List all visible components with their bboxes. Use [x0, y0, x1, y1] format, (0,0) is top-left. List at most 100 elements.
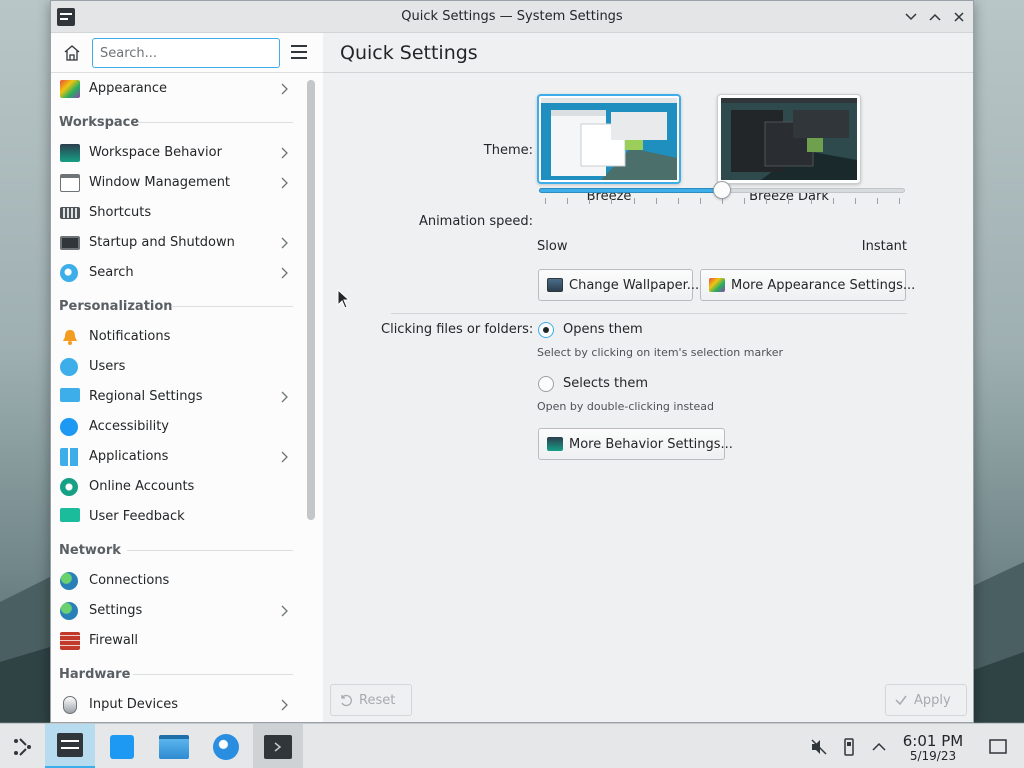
sidebar-scrollbar[interactable]	[307, 80, 315, 520]
sidebar-item-user-feedback[interactable]: User Feedback	[51, 502, 301, 532]
sidebar-item-firewall[interactable]: Firewall	[51, 626, 301, 656]
slider-fill	[539, 188, 722, 193]
taskbar-dolphin[interactable]	[149, 724, 199, 768]
page-header: Quick Settings	[323, 33, 973, 73]
button-label: More Appearance Settings...	[731, 277, 916, 293]
breeze-theme-preview	[541, 98, 677, 180]
sidebar-item-workspace-behavior[interactable]: Workspace Behavior	[51, 138, 301, 168]
slider-tick	[855, 198, 856, 204]
scrollbar-thumb[interactable]	[307, 80, 315, 520]
animation-speed-label: Animation speed:	[418, 214, 533, 229]
slider-tick	[899, 198, 900, 204]
selects-them-hint: Open by double-clicking instead	[537, 400, 714, 413]
clicking-files-label: Clicking files or folders:	[381, 322, 534, 337]
sidebar-item-online-accounts[interactable]: Online Accounts	[51, 472, 301, 502]
sidebar-item-label: Applications	[89, 449, 169, 464]
taskbar-system-settings[interactable]	[45, 724, 95, 768]
volume-muted-icon	[811, 738, 827, 755]
selects-them-radio[interactable]	[538, 376, 554, 392]
sidebar-item-input-devices[interactable]: Input Devices	[51, 690, 301, 720]
sidebar-item-startup-and-shutdown[interactable]: Startup and Shutdown	[51, 228, 301, 258]
system-settings-icon	[57, 733, 83, 757]
application-launcher-button[interactable]	[0, 724, 44, 768]
change-wallpaper-button[interactable]: Change Wallpaper...	[538, 269, 699, 301]
startup-shutdown-icon	[60, 236, 80, 250]
chevron-right-icon	[281, 391, 288, 403]
sidebar-item-label: Workspace Behavior	[89, 145, 222, 160]
taskbar-firefox[interactable]	[201, 724, 251, 768]
breeze-dark-theme-preview	[721, 98, 857, 180]
hamburger-menu-button[interactable]	[291, 44, 309, 60]
theme-card-breeze[interactable]	[537, 94, 681, 184]
chevron-right-icon	[281, 177, 288, 189]
theme-card-breeze-dark[interactable]	[717, 94, 861, 184]
apply-button[interactable]: Apply	[885, 684, 967, 716]
window-title: Quick Settings — System Settings	[401, 9, 623, 24]
sidebar-item-connections[interactable]: Connections	[51, 566, 301, 596]
sidebar-item-accessibility[interactable]: Accessibility	[51, 412, 301, 442]
slider-tick	[589, 198, 590, 204]
taskbar-konsole[interactable]	[253, 724, 303, 768]
sidebar-item-label: Accessibility	[89, 419, 169, 434]
workspace-behavior-icon	[547, 437, 563, 451]
selects-them-label[interactable]: Selects them	[563, 376, 648, 391]
clock-time[interactable]: 6:01 PM	[890, 732, 976, 750]
sidebar-item-applications[interactable]: Applications	[51, 442, 301, 472]
slider-tick	[634, 198, 635, 204]
section-divider	[127, 550, 293, 551]
section-separator	[391, 313, 907, 314]
undo-icon	[341, 694, 352, 707]
sidebar-item-label: User Feedback	[89, 509, 185, 524]
sidebar-item-window-management[interactable]: Window Management	[51, 168, 301, 198]
close-button[interactable]	[950, 8, 968, 26]
slider-handle[interactable]	[713, 181, 731, 199]
reset-button[interactable]: Reset	[330, 684, 412, 716]
appearance-icon	[60, 80, 80, 98]
sidebar-item-search[interactable]: Search	[51, 258, 301, 288]
minimize-button[interactable]	[902, 8, 920, 26]
section-title: Personalization	[59, 299, 173, 314]
animation-speed-slider[interactable]	[539, 178, 905, 204]
speech-bubble-icon	[60, 508, 80, 522]
taskbar-discover[interactable]	[97, 724, 147, 768]
sidebar-item-shortcuts[interactable]: Shortcuts	[51, 198, 301, 228]
chevron-right-icon	[281, 147, 288, 159]
more-appearance-settings-button[interactable]: More Appearance Settings...	[700, 269, 915, 301]
keyboard-icon	[60, 207, 80, 219]
firewall-icon	[60, 632, 80, 650]
wallpaper-icon	[547, 278, 563, 292]
sidebar-item-regional-settings[interactable]: Regional Settings	[51, 382, 301, 412]
slider-tick	[611, 198, 612, 204]
search-input[interactable]	[92, 38, 280, 68]
clock-date[interactable]: 5/19/23	[890, 749, 976, 763]
title-bar: Quick Settings — System Settings	[51, 1, 973, 33]
system-settings-window: Quick Settings — System Settings Search.…	[50, 0, 974, 723]
opens-them-hint: Select by clicking on item's selection m…	[537, 346, 783, 359]
opens-them-label[interactable]: Opens them	[563, 322, 643, 337]
slider-tick	[744, 198, 745, 204]
usb-device-icon	[844, 737, 854, 756]
sidebar-item-label: Input Devices	[89, 697, 179, 712]
home-button[interactable]	[61, 42, 83, 64]
chevron-up-icon	[929, 13, 941, 21]
sidebar-item-label: Startup and Shutdown	[89, 235, 235, 250]
close-icon	[954, 12, 964, 22]
bell-icon	[60, 328, 80, 346]
mouse-cursor-icon	[337, 289, 351, 309]
show-desktop-button[interactable]	[978, 724, 1018, 768]
sidebar-item-network-settings[interactable]: Settings	[51, 596, 301, 626]
sidebar-item-appearance[interactable]: Appearance	[51, 74, 301, 104]
sidebar-item-label: Connections	[89, 573, 170, 588]
opens-them-radio[interactable]	[538, 322, 554, 338]
sidebar-item-notifications[interactable]: Notifications	[51, 322, 301, 352]
sidebar-item-label: Appearance	[89, 81, 168, 96]
more-behavior-settings-button[interactable]: More Behavior Settings...	[538, 428, 733, 460]
slider-min-label: Slow	[537, 239, 568, 254]
discover-store-icon	[110, 734, 134, 759]
sidebar-item-label: Firewall	[89, 633, 139, 648]
maximize-button[interactable]	[926, 8, 944, 26]
theme-label: Theme:	[483, 143, 533, 158]
sidebar-item-users[interactable]: Users	[51, 352, 301, 382]
slider-tick	[678, 198, 679, 204]
online-accounts-icon	[60, 478, 78, 496]
